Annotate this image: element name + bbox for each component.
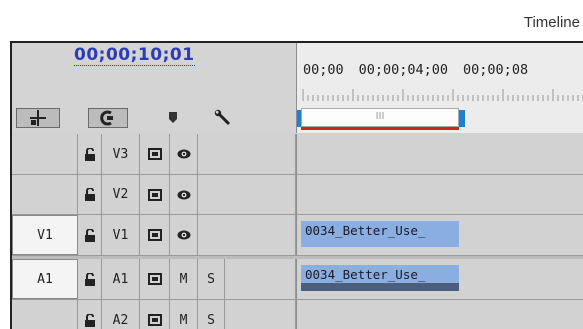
lock-icon bbox=[84, 228, 95, 242]
ruler-labels: 00;00 00;00;04;00 00;00;08 bbox=[303, 62, 543, 78]
track-header-space bbox=[225, 300, 296, 329]
source-patch-v1[interactable]: V1 bbox=[12, 215, 78, 255]
filmstrip-icon bbox=[147, 188, 162, 201]
audio-clip[interactable]: 0034_Better_Use_ bbox=[301, 265, 459, 291]
lock-icon bbox=[84, 188, 95, 201]
track-header-space bbox=[225, 259, 296, 299]
track-lock-button[interactable] bbox=[78, 259, 102, 299]
toggle-output-button[interactable] bbox=[170, 215, 198, 255]
track-name: V2 bbox=[102, 175, 140, 214]
track-content-a2[interactable] bbox=[296, 300, 583, 329]
audio-clip-label: 0034_Better_Use_ bbox=[305, 267, 426, 282]
video-clip[interactable]: 0034_Better_Use_ bbox=[301, 221, 459, 247]
snap-button[interactable] bbox=[16, 108, 60, 128]
sync-lock-button[interactable] bbox=[140, 215, 170, 255]
mute-button[interactable]: M bbox=[170, 259, 198, 299]
track-header-space bbox=[198, 134, 296, 174]
source-patch-empty[interactable] bbox=[12, 300, 78, 329]
sync-lock-button[interactable] bbox=[140, 175, 170, 214]
filmstrip-icon bbox=[147, 229, 162, 241]
lock-icon bbox=[84, 272, 95, 286]
sync-lock-button[interactable] bbox=[140, 259, 170, 299]
track-v2: V2 bbox=[12, 175, 583, 215]
source-patch-empty[interactable] bbox=[12, 175, 78, 214]
track-lock-button[interactable] bbox=[78, 215, 102, 255]
ruler-label: 00;00;04;00 bbox=[358, 62, 449, 78]
timeline-toolbar bbox=[12, 105, 296, 133]
panel-caption: Timeline bbox=[523, 14, 580, 31]
work-area-bar[interactable]: III bbox=[297, 107, 465, 130]
track-header-space bbox=[198, 175, 296, 214]
sync-lock-button[interactable] bbox=[140, 300, 170, 329]
wrench-icon bbox=[214, 109, 231, 126]
linked-selection-button[interactable] bbox=[88, 108, 128, 128]
track-header-space bbox=[198, 215, 296, 255]
time-ruler[interactable]: 00;00 00;00;04;00 00;00;08 III bbox=[296, 43, 583, 133]
track-a1: A1 A1 M S 0034_Better_Use_ bbox=[12, 259, 583, 300]
work-area-grip[interactable]: III bbox=[301, 108, 459, 127]
track-name: V3 bbox=[102, 134, 140, 174]
solo-button[interactable]: S bbox=[198, 300, 225, 329]
eye-icon bbox=[177, 190, 190, 199]
track-content-v2[interactable] bbox=[296, 175, 583, 214]
ruler-ticks bbox=[302, 89, 583, 101]
filmstrip-icon bbox=[147, 314, 162, 326]
add-marker-button[interactable] bbox=[162, 108, 184, 128]
track-a2: A2 M S bbox=[12, 300, 583, 329]
track-lock-button[interactable] bbox=[78, 175, 102, 214]
sync-lock-button[interactable] bbox=[140, 134, 170, 174]
eye-icon bbox=[177, 149, 190, 159]
track-content-v1[interactable]: 0034_Better_Use_ bbox=[296, 215, 583, 255]
track-v1: V1 V1 0034_Better_Use_ bbox=[12, 215, 583, 256]
playhead-timecode[interactable]: 00;00;10;01 bbox=[74, 45, 195, 66]
source-patch-a1[interactable]: A1 bbox=[12, 259, 78, 299]
track-v3: V3 bbox=[12, 134, 583, 175]
ruler-label: 00;00 bbox=[303, 62, 344, 78]
track-content-a1[interactable]: 0034_Better_Use_ bbox=[296, 259, 583, 299]
lock-icon bbox=[84, 147, 95, 161]
track-lock-button[interactable] bbox=[78, 300, 102, 329]
ruler-label: 00;00;08 bbox=[463, 62, 529, 78]
lock-icon bbox=[84, 313, 95, 327]
work-area-end-handle[interactable] bbox=[459, 110, 465, 127]
mute-button[interactable]: M bbox=[170, 300, 198, 329]
eye-icon bbox=[177, 230, 190, 240]
track-name: V1 bbox=[102, 215, 140, 255]
filmstrip-icon bbox=[147, 148, 162, 160]
link-icon bbox=[100, 110, 113, 126]
toggle-output-button[interactable] bbox=[170, 134, 198, 174]
toggle-output-button[interactable] bbox=[170, 175, 198, 214]
timeline-header: 00;00;10;01 bbox=[12, 43, 296, 133]
track-content-v3[interactable] bbox=[296, 134, 583, 174]
marker-icon bbox=[169, 112, 177, 123]
track-name: A1 bbox=[102, 259, 140, 299]
snap-icon bbox=[30, 110, 46, 126]
timeline-settings-button[interactable] bbox=[212, 108, 234, 128]
source-patch-empty[interactable] bbox=[12, 134, 78, 174]
timeline-panel: 00;00;10;01 00;00 00;00;04;00 00;00;08 I… bbox=[10, 41, 583, 329]
filmstrip-icon bbox=[147, 273, 162, 285]
solo-button[interactable]: S bbox=[198, 259, 225, 299]
track-lock-button[interactable] bbox=[78, 134, 102, 174]
audio-waveform-strip bbox=[301, 283, 459, 291]
track-name: A2 bbox=[102, 300, 140, 329]
render-status-bar bbox=[301, 127, 459, 130]
